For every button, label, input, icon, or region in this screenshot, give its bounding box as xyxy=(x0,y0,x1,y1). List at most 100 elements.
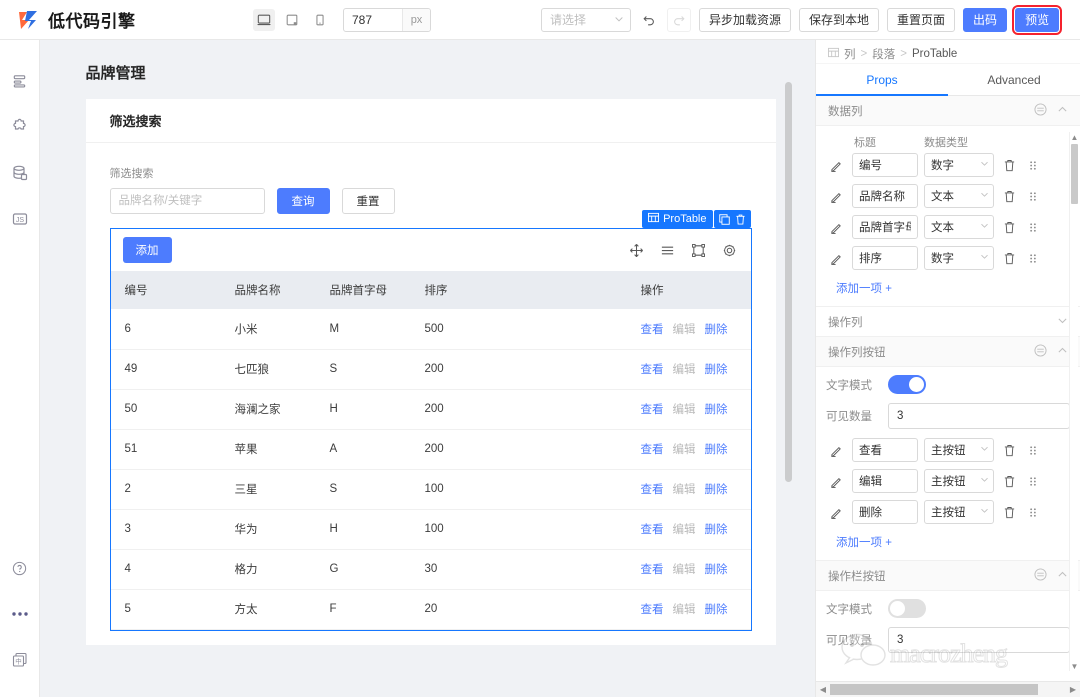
language-icon[interactable]: 中 xyxy=(5,645,35,675)
row-action-view[interactable]: 查看 xyxy=(641,441,664,457)
action-button-type-select[interactable]: 主按钮 xyxy=(924,469,994,493)
text-mode-toggle[interactable] xyxy=(888,375,926,394)
breadcrumb-item-0[interactable]: 列 xyxy=(844,46,856,62)
chevron-up-icon[interactable] xyxy=(1057,569,1068,583)
row-action-view[interactable]: 查看 xyxy=(641,401,664,417)
variable-bind-icon[interactable] xyxy=(1034,102,1047,119)
canvas-scrollbar[interactable] xyxy=(784,82,792,482)
move-icon[interactable] xyxy=(629,243,644,258)
panel-vertical-scrollbar[interactable]: ▲ ▼ xyxy=(1069,132,1078,671)
export-code-button[interactable]: 出码 xyxy=(963,7,1008,32)
save-local-button[interactable]: 保存到本地 xyxy=(799,7,880,32)
action-button-title-input[interactable] xyxy=(852,438,918,462)
tab-advanced[interactable]: Advanced xyxy=(948,64,1080,95)
data-column-type-select[interactable]: 数字 xyxy=(924,153,994,177)
panel-horizontal-scrollbar[interactable]: ◀ ▶ xyxy=(816,681,1080,697)
action-button-title-input[interactable] xyxy=(852,469,918,493)
drag-handle-icon[interactable] xyxy=(1024,252,1042,265)
add-data-column-link[interactable]: 添加一项 + xyxy=(826,277,1070,296)
chevron-down-icon[interactable] xyxy=(1057,315,1068,329)
drag-handle-icon[interactable] xyxy=(1024,506,1042,519)
row-action-delete[interactable]: 删除 xyxy=(705,321,728,337)
row-action-edit[interactable]: 编辑 xyxy=(673,401,696,417)
add-button[interactable]: 添加 xyxy=(122,237,172,263)
undo-icon[interactable] xyxy=(637,8,661,32)
data-column-type-select[interactable]: 文本 xyxy=(924,215,994,239)
data-column-type-select[interactable]: 数字 xyxy=(924,246,994,270)
trash-icon[interactable] xyxy=(735,214,746,225)
canvas-width-input[interactable] xyxy=(344,8,402,31)
toolbar-visible-count-input[interactable] xyxy=(888,627,1070,653)
delete-row-trash-icon[interactable] xyxy=(1000,506,1018,519)
variable-bind-icon[interactable] xyxy=(1034,567,1047,584)
variable-bind-icon[interactable] xyxy=(1034,343,1047,360)
data-column-title-input[interactable] xyxy=(852,215,918,239)
panel-hscroll-thumb[interactable] xyxy=(830,684,1038,695)
js-script-icon[interactable]: JS xyxy=(5,204,35,234)
row-action-edit[interactable]: 编辑 xyxy=(673,601,696,617)
delete-row-trash-icon[interactable] xyxy=(1000,252,1018,265)
row-action-delete[interactable]: 删除 xyxy=(705,481,728,497)
delete-row-trash-icon[interactable] xyxy=(1000,190,1018,203)
row-action-edit[interactable]: 编辑 xyxy=(673,321,696,337)
section-header-action-column[interactable]: 操作列 xyxy=(816,307,1080,337)
copy-icon[interactable] xyxy=(718,213,730,225)
visible-count-input[interactable] xyxy=(888,403,1070,429)
reset-page-button[interactable]: 重置页面 xyxy=(887,7,956,32)
reset-button[interactable]: 重置 xyxy=(341,188,395,214)
tab-props[interactable]: Props xyxy=(816,64,948,96)
add-action-button-link[interactable]: 添加一项 + xyxy=(826,531,1070,550)
more-dots-icon[interactable] xyxy=(5,599,35,629)
delete-row-trash-icon[interactable] xyxy=(1000,159,1018,172)
breadcrumb-item-1[interactable]: 段落 xyxy=(872,46,895,62)
row-action-view[interactable]: 查看 xyxy=(641,521,664,537)
scroll-down-arrow-icon[interactable]: ▼ xyxy=(1070,661,1079,671)
brand-search-input[interactable] xyxy=(109,188,265,214)
row-action-view[interactable]: 查看 xyxy=(641,601,664,617)
tablet-icon[interactable] xyxy=(281,9,303,31)
row-action-view[interactable]: 查看 xyxy=(641,561,664,577)
desktop-icon[interactable] xyxy=(253,8,275,31)
row-action-edit[interactable]: 编辑 xyxy=(673,441,696,457)
mobile-icon[interactable] xyxy=(309,9,331,31)
delete-row-trash-icon[interactable] xyxy=(1000,475,1018,488)
async-load-resource-button[interactable]: 异步加载资源 xyxy=(699,7,792,32)
fullscreen-icon[interactable] xyxy=(691,243,706,258)
outline-icon[interactable] xyxy=(5,66,35,96)
edit-pencil-icon[interactable] xyxy=(826,190,846,203)
density-icon[interactable] xyxy=(660,243,675,258)
drag-handle-icon[interactable] xyxy=(1024,221,1042,234)
drag-handle-icon[interactable] xyxy=(1024,444,1042,457)
row-action-delete[interactable]: 删除 xyxy=(705,561,728,577)
row-action-view[interactable]: 查看 xyxy=(641,481,664,497)
toolbar-text-mode-toggle[interactable] xyxy=(888,599,926,618)
row-action-delete[interactable]: 删除 xyxy=(705,441,728,457)
row-action-edit[interactable]: 编辑 xyxy=(673,521,696,537)
edit-pencil-icon[interactable] xyxy=(826,159,846,172)
redo-icon[interactable] xyxy=(667,7,691,32)
edit-pencil-icon[interactable] xyxy=(826,506,846,519)
action-button-title-input[interactable] xyxy=(852,500,918,524)
chevron-up-icon[interactable] xyxy=(1057,345,1068,359)
row-action-view[interactable]: 查看 xyxy=(641,321,664,337)
drag-handle-icon[interactable] xyxy=(1024,159,1042,172)
row-action-delete[interactable]: 删除 xyxy=(705,601,728,617)
settings-gear-icon[interactable] xyxy=(722,243,737,258)
panel-hscroll-track[interactable] xyxy=(830,684,1066,695)
row-action-view[interactable]: 查看 xyxy=(641,361,664,377)
edit-pencil-icon[interactable] xyxy=(826,252,846,265)
edit-pencil-icon[interactable] xyxy=(826,221,846,234)
data-column-type-select[interactable]: 文本 xyxy=(924,184,994,208)
components-puzzle-icon[interactable] xyxy=(5,112,35,142)
scroll-right-arrow-icon[interactable]: ▶ xyxy=(1066,685,1080,694)
delete-row-trash-icon[interactable] xyxy=(1000,444,1018,457)
help-icon[interactable] xyxy=(5,553,35,583)
edit-pencil-icon[interactable] xyxy=(826,444,846,457)
section-header-action-buttons[interactable]: 操作列按钮 xyxy=(816,337,1080,367)
row-action-edit[interactable]: 编辑 xyxy=(673,561,696,577)
data-column-title-input[interactable] xyxy=(852,184,918,208)
search-button[interactable]: 查询 xyxy=(276,188,330,214)
action-button-type-select[interactable]: 主按钮 xyxy=(924,438,994,462)
panel-scroll-thumb[interactable] xyxy=(1071,144,1078,204)
datasource-icon[interactable] xyxy=(5,158,35,188)
